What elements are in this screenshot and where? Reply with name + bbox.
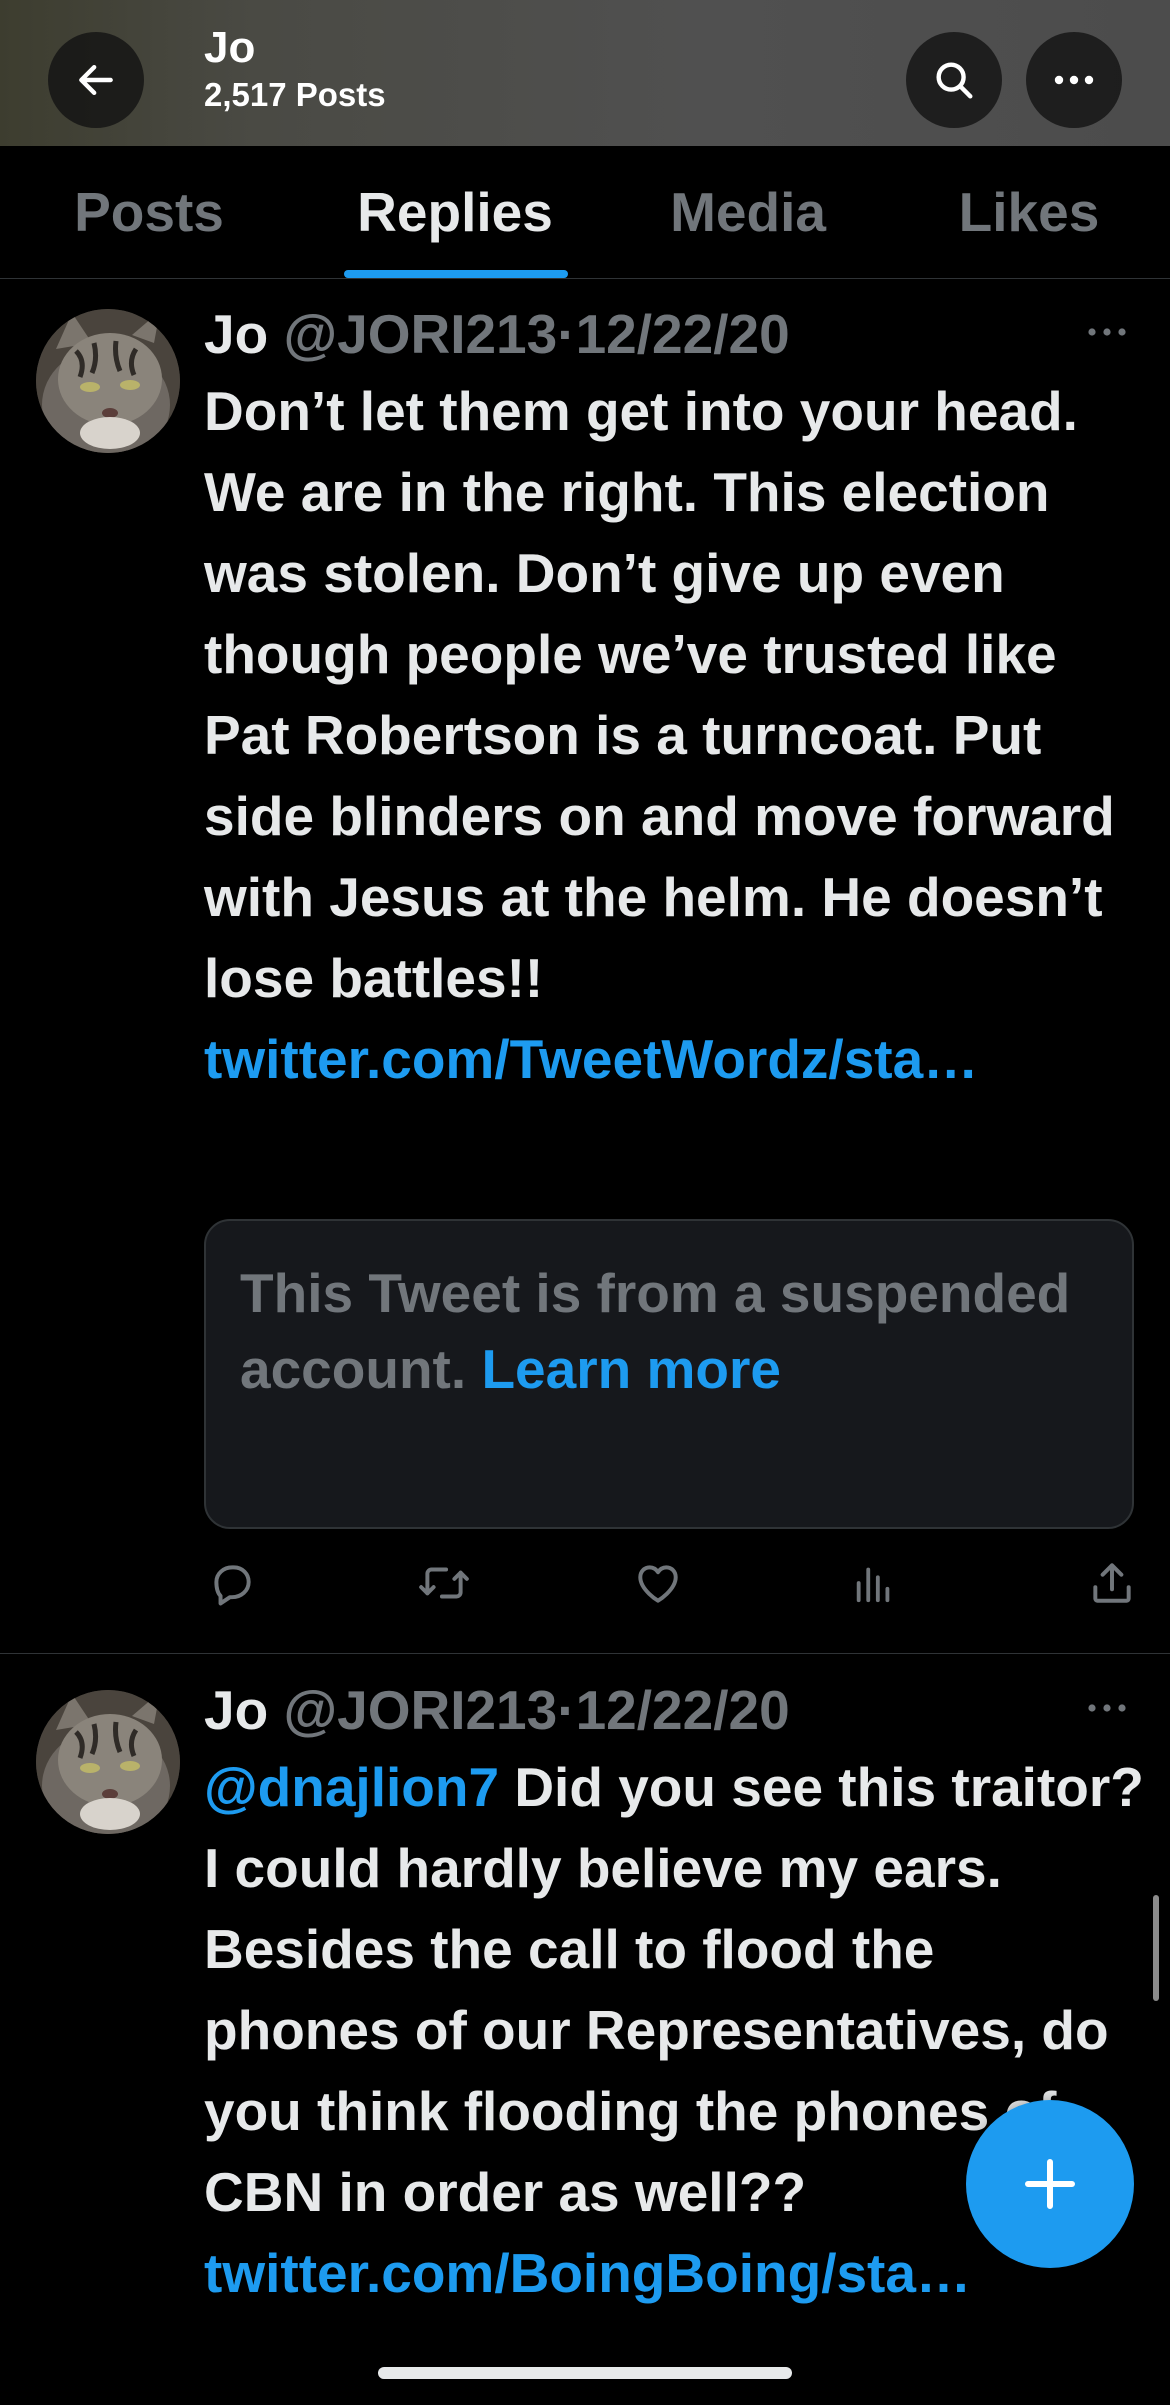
avatar[interactable]: [36, 309, 180, 453]
tab-posts[interactable]: Posts: [30, 146, 268, 278]
views-button[interactable]: [846, 1555, 902, 1611]
cat-avatar-image: [36, 309, 180, 453]
reply-button[interactable]: [204, 1555, 260, 1611]
post-count: 2,517 Posts: [204, 76, 386, 113]
quoted-tweet-card[interactable]: This Tweet is from a suspended account. …: [204, 1219, 1134, 1529]
search-icon: [936, 62, 973, 99]
retweet-icon: [419, 1567, 469, 1599]
tab-replies[interactable]: Replies: [330, 146, 580, 278]
profile-tabs: Posts Replies Media Likes: [0, 146, 1170, 279]
reply-icon: [214, 1565, 251, 1606]
tweet-header: Jo @JORI213·12/22/20: [204, 1675, 1084, 1745]
like-button[interactable]: [630, 1555, 686, 1611]
share-icon: [1093, 1563, 1131, 1603]
tweet-link[interactable]: twitter.com/TweetWordz/sta…: [204, 1028, 978, 1090]
learn-more-link[interactable]: Learn more: [481, 1338, 781, 1400]
scrollbar[interactable]: [1153, 1895, 1159, 2001]
more-options-button[interactable]: [1026, 32, 1122, 128]
home-indicator[interactable]: [378, 2367, 792, 2379]
author-name[interactable]: Jo: [204, 303, 268, 365]
active-tab-indicator: [344, 270, 568, 278]
profile-replies-screen: Jo 2,517 Posts Posts Replies Media Likes: [0, 0, 1170, 2405]
retweet-button[interactable]: [416, 1555, 472, 1611]
tweet-text: Don’t let them get into your head. We ar…: [204, 371, 1144, 1100]
views-icon: [856, 1567, 890, 1603]
tweet-actions: [204, 1555, 1144, 1615]
more-horizontal-icon: [1054, 75, 1094, 85]
mention-link[interactable]: @dnajlion7: [204, 1756, 499, 1818]
tweet-date[interactable]: 12/22/20: [576, 1679, 790, 1741]
profile-header: Jo 2,517 Posts: [0, 0, 1170, 146]
tweet-more-button[interactable]: [1080, 317, 1134, 347]
cat-avatar-image: [36, 1690, 180, 1834]
tweet-date[interactable]: 12/22/20: [576, 303, 790, 365]
tab-likes[interactable]: Likes: [920, 146, 1138, 278]
search-button[interactable]: [906, 32, 1002, 128]
share-button[interactable]: [1084, 1555, 1140, 1611]
tweet-header: Jo @JORI213·12/22/20: [204, 299, 1084, 369]
like-icon: [638, 1565, 678, 1603]
separator-dot: ·: [557, 1679, 576, 1741]
tweet-text-content: Don’t let them get into your head. We ar…: [204, 380, 1115, 1009]
separator-dot: ·: [557, 303, 576, 365]
tweet-link[interactable]: twitter.com/BoingBoing/sta…: [204, 2242, 971, 2304]
tab-media[interactable]: Media: [636, 146, 860, 278]
arrow-left-icon: [79, 64, 113, 96]
tweet[interactable]: Jo @JORI213·12/22/20 @dnajlion7 Did you …: [0, 1655, 1170, 2405]
tweet[interactable]: Jo @JORI213·12/22/20 Don’t let them get …: [0, 279, 1170, 1654]
author-handle[interactable]: @JORI213: [283, 303, 557, 365]
compose-button[interactable]: [966, 2100, 1134, 2268]
more-horizontal-icon: [1088, 328, 1126, 336]
back-button[interactable]: [48, 32, 144, 128]
author-name[interactable]: Jo: [204, 1679, 268, 1741]
profile-name: Jo: [204, 23, 256, 72]
author-handle[interactable]: @JORI213: [283, 1679, 557, 1741]
compose-plus-icon: [1025, 2159, 1075, 2209]
more-horizontal-icon: [1088, 1704, 1126, 1712]
tweet-more-button[interactable]: [1080, 1693, 1134, 1723]
avatar[interactable]: [36, 1690, 180, 1834]
